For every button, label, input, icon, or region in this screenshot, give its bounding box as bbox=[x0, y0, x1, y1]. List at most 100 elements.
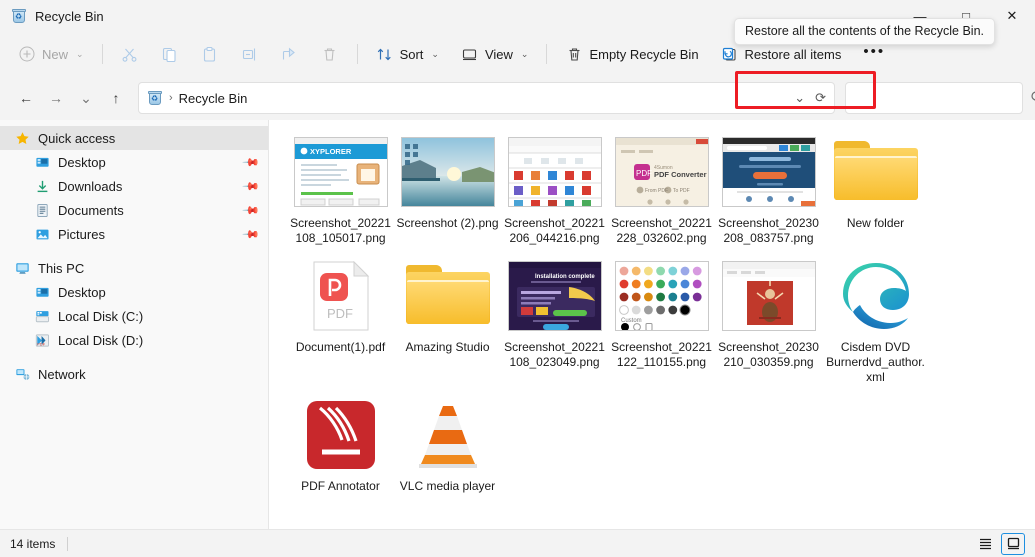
share-button[interactable] bbox=[271, 38, 309, 70]
ellipsis-icon: ••• bbox=[863, 42, 886, 60]
file-item[interactable]: XYPLORER Screenshot_20221108_105017.png bbox=[287, 130, 394, 254]
navigation-pane: Quick access Desktop 📌 Downloads 📌 Documents 📌… bbox=[0, 120, 269, 529]
restore-icon bbox=[721, 45, 739, 63]
cut-button[interactable] bbox=[111, 38, 149, 70]
file-item[interactable]: Screenshot (2).png bbox=[394, 130, 501, 254]
file-thumbnail bbox=[721, 136, 817, 208]
sidebar-item-pictures[interactable]: Pictures 📌 bbox=[0, 222, 268, 246]
file-item[interactable]: Screenshot_20230210_030359.png bbox=[715, 254, 822, 393]
paste-button[interactable] bbox=[191, 38, 229, 70]
sidebar-item-documents[interactable]: Documents 📌 bbox=[0, 198, 268, 222]
screenshot-thumbnail bbox=[721, 137, 816, 207]
refresh-icon[interactable]: ⟳ bbox=[815, 90, 826, 106]
sidebar-item-local-disk-c-[interactable]: Local Disk (C:) bbox=[0, 304, 268, 328]
empty-recycle-bin-button[interactable]: Empty Recycle Bin bbox=[555, 38, 708, 70]
sidebar-item-local-disk-d-[interactable]: PDF Local Disk (D:) bbox=[0, 328, 268, 352]
this-pc-icon bbox=[14, 260, 30, 276]
file-item[interactable]: New folder bbox=[822, 130, 929, 254]
drive-pdf-icon: PDF bbox=[34, 332, 50, 348]
back-button[interactable]: ← bbox=[12, 84, 40, 112]
toolbar-divider-2 bbox=[356, 44, 358, 64]
file-item[interactable]: VLC media player bbox=[394, 393, 501, 502]
file-name-label: Amazing Studio bbox=[405, 340, 490, 354]
restore-all-items-label: Restore all items bbox=[744, 46, 842, 62]
file-name-label: Screenshot_20221122_110155.png bbox=[611, 340, 712, 369]
pin-icon: 📌 bbox=[241, 153, 260, 172]
desktop-icon bbox=[34, 154, 50, 170]
scissors-icon bbox=[121, 45, 139, 63]
svg-text:PDF: PDF bbox=[327, 306, 353, 321]
search-icon bbox=[1030, 90, 1035, 107]
title-bar-left: ♻ Recycle Bin bbox=[0, 8, 104, 24]
clipboard-icon bbox=[201, 45, 219, 63]
up-button[interactable]: ↑ bbox=[102, 84, 130, 112]
address-dropdown-icon[interactable]: ⌄ bbox=[794, 90, 805, 106]
file-thumbnail bbox=[507, 136, 603, 208]
sidebar-item-desktop[interactable]: Desktop bbox=[0, 280, 268, 304]
file-item[interactable]: Installation complete Screenshot_20221108… bbox=[501, 254, 608, 393]
file-name-label: Document(1).pdf bbox=[295, 340, 386, 354]
sort-button-label: Sort bbox=[399, 46, 424, 62]
item-count-label: 14 items bbox=[10, 536, 56, 551]
sidebar-item-label: Documents bbox=[58, 202, 124, 218]
recent-locations-button[interactable]: ⌄ bbox=[72, 84, 100, 112]
file-name-label: Screenshot_20221206_044216.png bbox=[504, 216, 605, 245]
copy-button[interactable] bbox=[151, 38, 189, 70]
folder-icon bbox=[833, 139, 918, 205]
copy-icon bbox=[161, 45, 179, 63]
sidebar-item-downloads[interactable]: Downloads 📌 bbox=[0, 174, 268, 198]
file-thumbnail bbox=[828, 136, 924, 208]
close-button[interactable]: ✕ bbox=[989, 0, 1035, 32]
forward-button[interactable]: → bbox=[42, 84, 70, 112]
pdf-annotator-icon bbox=[306, 401, 375, 469]
search-box[interactable] bbox=[845, 82, 1035, 114]
svg-text:Custom: Custom bbox=[621, 318, 642, 324]
network-icon bbox=[14, 366, 30, 382]
file-thumbnail bbox=[400, 260, 496, 332]
rename-button[interactable] bbox=[231, 38, 269, 70]
file-item[interactable]: Amazing Studio bbox=[394, 254, 501, 393]
address-field[interactable]: ♻ › Recycle Bin ⌄ ⟳ bbox=[138, 82, 835, 114]
delete-button[interactable] bbox=[311, 38, 349, 70]
vlc-icon bbox=[418, 406, 477, 468]
trash-icon bbox=[321, 45, 339, 63]
file-item[interactable]: Custom Screenshot_20221122_110155.png bbox=[608, 254, 715, 393]
file-item[interactable]: Cisdem DVD Burnerdvd_author.xml bbox=[822, 254, 929, 393]
file-item[interactable]: Screenshot_20221206_044216.png bbox=[501, 130, 608, 254]
search-input[interactable] bbox=[854, 90, 1030, 106]
large-icons-view-toggle[interactable] bbox=[1001, 532, 1025, 555]
sidebar-item-this-pc[interactable]: This PC bbox=[0, 256, 268, 280]
chevron-down-icon: ⌄ bbox=[76, 48, 84, 59]
breadcrumb-separator: › bbox=[169, 92, 173, 104]
view-button[interactable]: View ⌄ bbox=[451, 38, 539, 70]
screenshot-thumbnail: Installation complete bbox=[507, 261, 602, 331]
file-item[interactable]: PDF 4Sumon PDF Converter From PDF To PDF Scre… bbox=[608, 130, 715, 254]
file-item[interactable]: PDF Document(1).pdf bbox=[287, 254, 394, 393]
sidebar-item-network[interactable]: Network bbox=[0, 362, 268, 386]
svg-text:Installation complete: Installation complete bbox=[535, 274, 595, 280]
pdf-file-icon: PDF bbox=[313, 261, 369, 331]
list-view-toggle[interactable] bbox=[973, 533, 997, 555]
file-item[interactable]: Screenshot_20230208_083757.png bbox=[715, 130, 822, 254]
chevron-down-icon: ⌄ bbox=[520, 48, 529, 59]
address-bar: ← → ⌄ ↑ ♻ › Recycle Bin ⌄ ⟳ bbox=[0, 76, 1035, 120]
star-icon bbox=[14, 130, 30, 146]
sidebar-item-quick-access[interactable]: Quick access bbox=[0, 126, 268, 150]
file-name-label: Screenshot_20230210_030359.png bbox=[718, 340, 819, 369]
file-item[interactable]: PDF Annotator bbox=[287, 393, 394, 502]
toolbar-divider-3 bbox=[546, 44, 548, 64]
status-bar: 14 items bbox=[0, 529, 1035, 557]
pin-icon: 📌 bbox=[241, 225, 260, 244]
screenshot-thumbnail bbox=[400, 137, 495, 207]
screenshot-thumbnail bbox=[721, 261, 816, 331]
file-name-label: Screenshot_20221108_023049.png bbox=[504, 340, 605, 369]
window-title: Recycle Bin bbox=[35, 8, 104, 24]
sidebar-item-desktop[interactable]: Desktop 📌 bbox=[0, 150, 268, 174]
new-button[interactable]: New ⌄ bbox=[8, 38, 94, 70]
breadcrumb-current[interactable]: Recycle Bin bbox=[179, 91, 248, 106]
file-thumbnail bbox=[721, 260, 817, 332]
chevron-down-icon: ⌄ bbox=[431, 48, 439, 59]
sort-button[interactable]: Sort ⌄ bbox=[366, 38, 449, 70]
downloads-icon bbox=[34, 178, 50, 194]
screenshot-thumbnail: Custom bbox=[614, 261, 709, 331]
